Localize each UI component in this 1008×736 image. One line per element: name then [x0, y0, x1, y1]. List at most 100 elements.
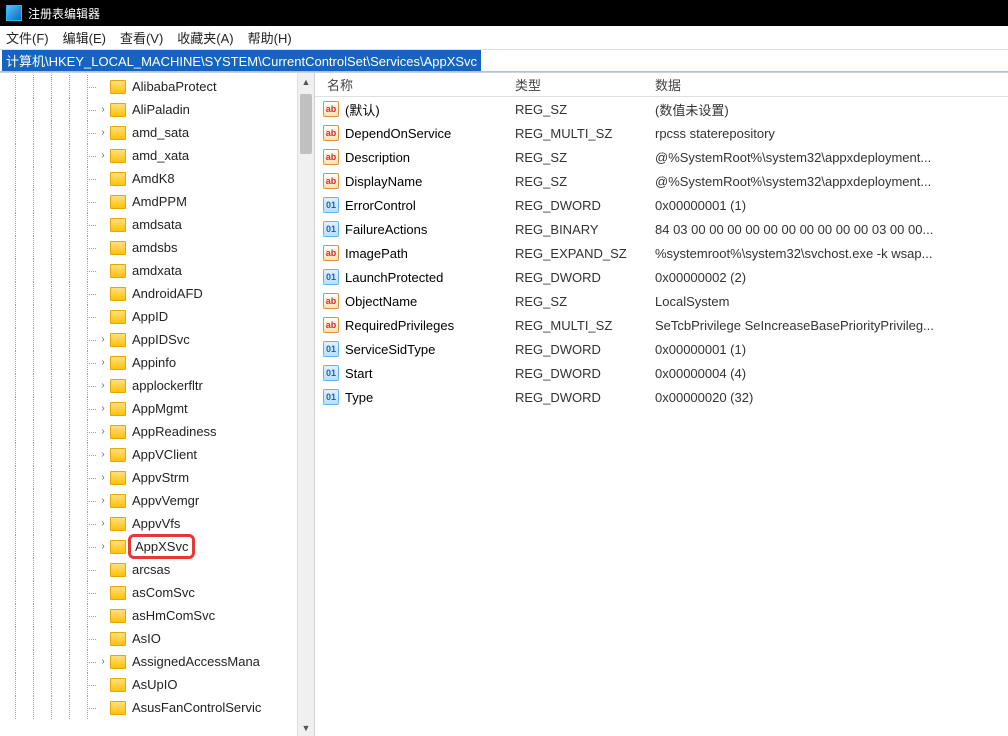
tree-item-appxsvc[interactable]: ›AppXSvc [0, 535, 297, 558]
address-bar[interactable]: 计算机\HKEY_LOCAL_MACHINE\SYSTEM\CurrentCon… [0, 50, 1008, 72]
value-row[interactable]: 01ErrorControlREG_DWORD0x00000001 (1) [315, 193, 1008, 217]
value-row[interactable]: 01StartREG_DWORD0x00000004 (4) [315, 361, 1008, 385]
expander-icon[interactable]: › [96, 334, 110, 345]
tree-item-appidsvc[interactable]: ›AppIDSvc [0, 328, 297, 351]
tree-label: amdxata [132, 263, 182, 278]
expander-icon[interactable]: › [96, 656, 110, 667]
tree-item-amd_xata[interactable]: ›amd_xata [0, 144, 297, 167]
menu-favorites[interactable]: 收藏夹(A) [177, 28, 233, 47]
tree-item-amdk8[interactable]: AmdK8 [0, 167, 297, 190]
menu-file[interactable]: 文件(F) [6, 28, 49, 47]
string-value-icon: ab [323, 317, 339, 333]
tree-item-applockerfltr[interactable]: › applockerfltr [0, 374, 297, 397]
tree-item-amdsbs[interactable]: amdsbs [0, 236, 297, 259]
expander-icon[interactable]: › [96, 357, 110, 368]
expander-icon[interactable]: › [96, 380, 110, 391]
expander-icon[interactable]: › [96, 426, 110, 437]
tree-item-appinfo[interactable]: ›Appinfo [0, 351, 297, 374]
binary-value-icon: 01 [323, 221, 339, 237]
titlebar[interactable]: 注册表编辑器 [0, 0, 1008, 26]
tree-label: AppvStrm [132, 470, 189, 485]
folder-icon [110, 494, 126, 508]
folder-icon [110, 149, 126, 163]
registry-path[interactable]: 计算机\HKEY_LOCAL_MACHINE\SYSTEM\CurrentCon… [2, 50, 481, 71]
column-data-header[interactable]: 数据 [655, 75, 1008, 94]
tree-item-arcsas[interactable]: arcsas [0, 558, 297, 581]
value-row[interactable]: abDescriptionREG_SZ@%SystemRoot%\system3… [315, 145, 1008, 169]
column-name-header[interactable]: 名称 [315, 75, 515, 94]
value-row[interactable]: abRequiredPrivilegesREG_MULTI_SZSeTcbPri… [315, 313, 1008, 337]
value-row[interactable]: 01TypeREG_DWORD0x00000020 (32) [315, 385, 1008, 409]
tree-label: AssignedAccessMana [132, 654, 260, 669]
tree-label: asComSvc [132, 585, 195, 600]
tree-pane: AlibabaProtect›AliPaladin›amd_sata›amd_x… [0, 73, 315, 736]
tree-item-asupio[interactable]: AsUpIO [0, 673, 297, 696]
value-row[interactable]: abImagePathREG_EXPAND_SZ%systemroot%\sys… [315, 241, 1008, 265]
tree-view[interactable]: AlibabaProtect›AliPaladin›amd_sata›amd_x… [0, 73, 297, 736]
folder-icon [110, 195, 126, 209]
expander-icon[interactable]: › [96, 150, 110, 161]
tree-label: AppvVfs [132, 516, 180, 531]
expander-icon[interactable]: › [96, 449, 110, 460]
tree-item-asio[interactable]: AsIO [0, 627, 297, 650]
tree-item-appvvfs[interactable]: › AppvVfs [0, 512, 297, 535]
tree-item-androidafd[interactable]: AndroidAFD [0, 282, 297, 305]
values-list[interactable]: ab(默认)REG_SZ(数值未设置)abDependOnServiceREG_… [315, 97, 1008, 409]
binary-value-icon: 01 [323, 197, 339, 213]
value-row[interactable]: abDependOnServiceREG_MULTI_SZrpcss state… [315, 121, 1008, 145]
tree-item-ashmcomsvc[interactable]: asHmComSvc [0, 604, 297, 627]
tree-item-amdppm[interactable]: AmdPPM [0, 190, 297, 213]
value-row[interactable]: 01LaunchProtectedREG_DWORD0x00000002 (2) [315, 265, 1008, 289]
value-row[interactable]: abDisplayNameREG_SZ@%SystemRoot%\system3… [315, 169, 1008, 193]
tree-item-assignedaccessmana[interactable]: › AssignedAccessMana [0, 650, 297, 673]
tree-item-alipaladin[interactable]: ›AliPaladin [0, 98, 297, 121]
folder-icon [110, 172, 126, 186]
value-data: 0x00000001 (1) [655, 198, 1008, 213]
value-name: Description [345, 150, 410, 165]
menu-help[interactable]: 帮助(H) [248, 28, 292, 47]
string-value-icon: ab [323, 149, 339, 165]
tree-label: applockerfltr [132, 378, 203, 393]
tree-label: amdsata [132, 217, 182, 232]
values-header: 名称 类型 数据 [315, 73, 1008, 97]
expander-icon[interactable]: › [96, 541, 110, 552]
window-title: 注册表编辑器 [28, 5, 100, 22]
menu-edit[interactable]: 编辑(E) [63, 28, 106, 47]
tree-item-appvclient[interactable]: ›AppVClient [0, 443, 297, 466]
folder-icon [110, 632, 126, 646]
value-row[interactable]: 01ServiceSidTypeREG_DWORD0x00000001 (1) [315, 337, 1008, 361]
value-row[interactable]: abObjectNameREG_SZLocalSystem [315, 289, 1008, 313]
expander-icon[interactable]: › [96, 472, 110, 483]
scroll-track[interactable] [298, 90, 314, 719]
tree-item-appreadiness[interactable]: ›AppReadiness [0, 420, 297, 443]
tree-item-ascomsvc[interactable]: asComSvc [0, 581, 297, 604]
value-row[interactable]: 01FailureActionsREG_BINARY84 03 00 00 00… [315, 217, 1008, 241]
tree-item-alibabaprotect[interactable]: AlibabaProtect [0, 75, 297, 98]
expander-icon[interactable]: › [96, 127, 110, 138]
tree-item-appid[interactable]: AppID [0, 305, 297, 328]
scroll-down-arrow[interactable]: ▼ [298, 719, 314, 736]
value-data: SeTcbPrivilege SeIncreaseBasePriorityPri… [655, 318, 1008, 333]
tree-item-amdsata[interactable]: amdsata [0, 213, 297, 236]
expander-icon[interactable]: › [96, 104, 110, 115]
tree-item-amdxata[interactable]: amdxata [0, 259, 297, 282]
expander-icon[interactable]: › [96, 403, 110, 414]
tree-item-appvstrm[interactable]: › AppvStrm [0, 466, 297, 489]
tree-label: AppMgmt [132, 401, 188, 416]
menu-view[interactable]: 查看(V) [120, 28, 163, 47]
expander-icon[interactable]: › [96, 518, 110, 529]
column-type-header[interactable]: 类型 [515, 75, 655, 94]
tree-item-appmgmt[interactable]: › AppMgmt [0, 397, 297, 420]
scroll-thumb[interactable] [300, 94, 312, 154]
folder-icon [110, 402, 126, 416]
value-name: ImagePath [345, 246, 408, 261]
tree-label: AppID [132, 309, 168, 324]
expander-icon[interactable]: › [96, 495, 110, 506]
value-data: rpcss staterepository [655, 126, 1008, 141]
vertical-scrollbar[interactable]: ▲ ▼ [297, 73, 314, 736]
tree-item-asusfancontrolservic[interactable]: AsusFanControlServic [0, 696, 297, 719]
value-row[interactable]: ab(默认)REG_SZ(数值未设置) [315, 97, 1008, 121]
scroll-up-arrow[interactable]: ▲ [298, 73, 314, 90]
tree-item-amd_sata[interactable]: ›amd_sata [0, 121, 297, 144]
tree-item-appvvemgr[interactable]: ›AppvVemgr [0, 489, 297, 512]
